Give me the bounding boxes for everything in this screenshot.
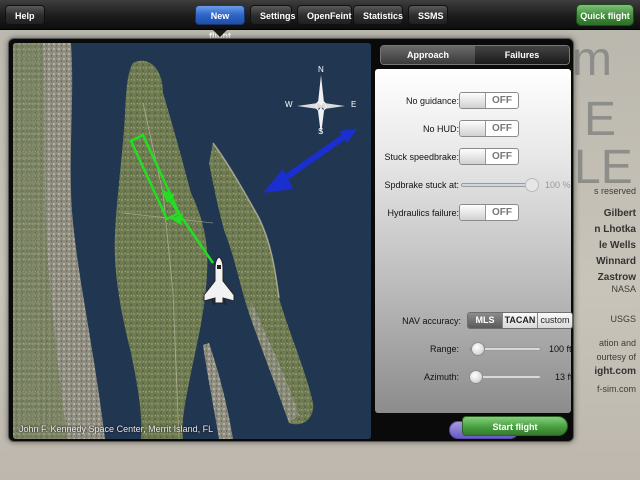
no-hud-label: No HUD:: [422, 124, 459, 134]
azimuth-slider[interactable]: [468, 370, 541, 384]
no-hud-toggle[interactable]: OFF: [459, 120, 519, 137]
compass-north: N: [318, 65, 324, 74]
hydraulics-failure-state: OFF: [492, 207, 512, 218]
tab-failures[interactable]: Failures: [475, 46, 569, 64]
help-button[interactable]: Help: [5, 5, 45, 25]
no-guidance-toggle[interactable]: OFF: [459, 92, 519, 109]
no-hud-state: OFF: [492, 123, 512, 134]
tab-openfeint[interactable]: OpenFeint: [297, 5, 352, 25]
credit-line: NASA: [611, 284, 636, 294]
range-slider[interactable]: [469, 342, 541, 356]
compass-south: S: [318, 127, 324, 136]
shuttle-icon: [203, 256, 235, 306]
credit-line: le Wells: [598, 240, 636, 251]
tab-ssms[interactable]: SSMS: [408, 5, 448, 25]
range-value: 100 ft: [549, 344, 572, 354]
credit-line: ight.com: [594, 366, 636, 377]
tab-statistics[interactable]: Statistics: [353, 5, 403, 25]
spdbrake-stuck-at-label: Spdbrake stuck at:: [384, 180, 459, 190]
nav-accuracy-selector: MLS TACAN custom: [467, 312, 573, 329]
no-guidance-label: No guidance:: [405, 96, 459, 106]
active-tab-pointer: [213, 30, 227, 37]
hydraulics-failure-toggle[interactable]: OFF: [459, 204, 519, 221]
spdbrake-stuck-at-slider[interactable]: [461, 178, 539, 192]
settings-panel: No guidance: OFF No HUD: OFF Stuck speed…: [375, 69, 573, 439]
stuck-speedbrake-label: Stuck speedbrake:: [384, 152, 459, 162]
stuck-speedbrake-state: OFF: [492, 151, 512, 162]
credit-line: Gilbert: [603, 208, 636, 219]
credit-line: ation and: [598, 338, 636, 348]
tab-settings[interactable]: Settings: [250, 5, 296, 25]
background-letter: E: [584, 93, 617, 146]
top-toolbar: Help New flight Settings OpenFeint Stati…: [0, 0, 640, 41]
azimuth-label: Azimuth:: [423, 372, 459, 382]
tab-approach[interactable]: Approach: [381, 46, 475, 64]
nav-option-custom[interactable]: custom: [538, 313, 572, 328]
credit-line: n Lhotka: [594, 224, 636, 235]
quick-flight-button[interactable]: Quick flight: [576, 4, 634, 26]
compass-west: W: [285, 100, 293, 109]
credit-line: s reserved: [593, 186, 636, 196]
nav-accuracy-label: NAV accuracy:: [402, 316, 461, 326]
azimuth-value: 13 ft: [555, 372, 573, 382]
tab-new-flight[interactable]: New flight: [195, 5, 245, 41]
approach-map[interactable]: N S W E John F. Kennedy Space Center, Me…: [13, 43, 371, 439]
compass-east: E: [351, 100, 357, 109]
nav-option-tacan[interactable]: TACAN: [503, 313, 538, 328]
panel-tabs: Approach Failures: [380, 45, 570, 65]
range-label: Range:: [429, 344, 459, 354]
spdbrake-stuck-at-value: 100 %: [545, 180, 571, 190]
no-guidance-state: OFF: [492, 95, 512, 106]
new-flight-panel: N S W E John F. Kennedy Space Center, Me…: [8, 38, 574, 442]
credit-line: ourtesy of: [596, 352, 636, 362]
credit-line: Winnard: [596, 256, 636, 267]
background-credits: m E LE s reserved Gilbert n Lhotka le We…: [570, 40, 640, 480]
hydraulics-failure-label: Hydraulics failure:: [387, 208, 459, 218]
credit-line: f-sim.com: [597, 384, 636, 394]
stuck-speedbrake-toggle[interactable]: OFF: [459, 148, 519, 165]
start-flight-button[interactable]: Start flight: [462, 416, 568, 436]
background-letter: m: [572, 40, 612, 86]
credit-line: USGS: [610, 314, 636, 324]
credit-line: Zastrow: [597, 272, 636, 283]
map-caption: John F. Kennedy Space Center, Merrit Isl…: [19, 424, 214, 434]
nav-option-mls[interactable]: MLS: [468, 313, 503, 328]
